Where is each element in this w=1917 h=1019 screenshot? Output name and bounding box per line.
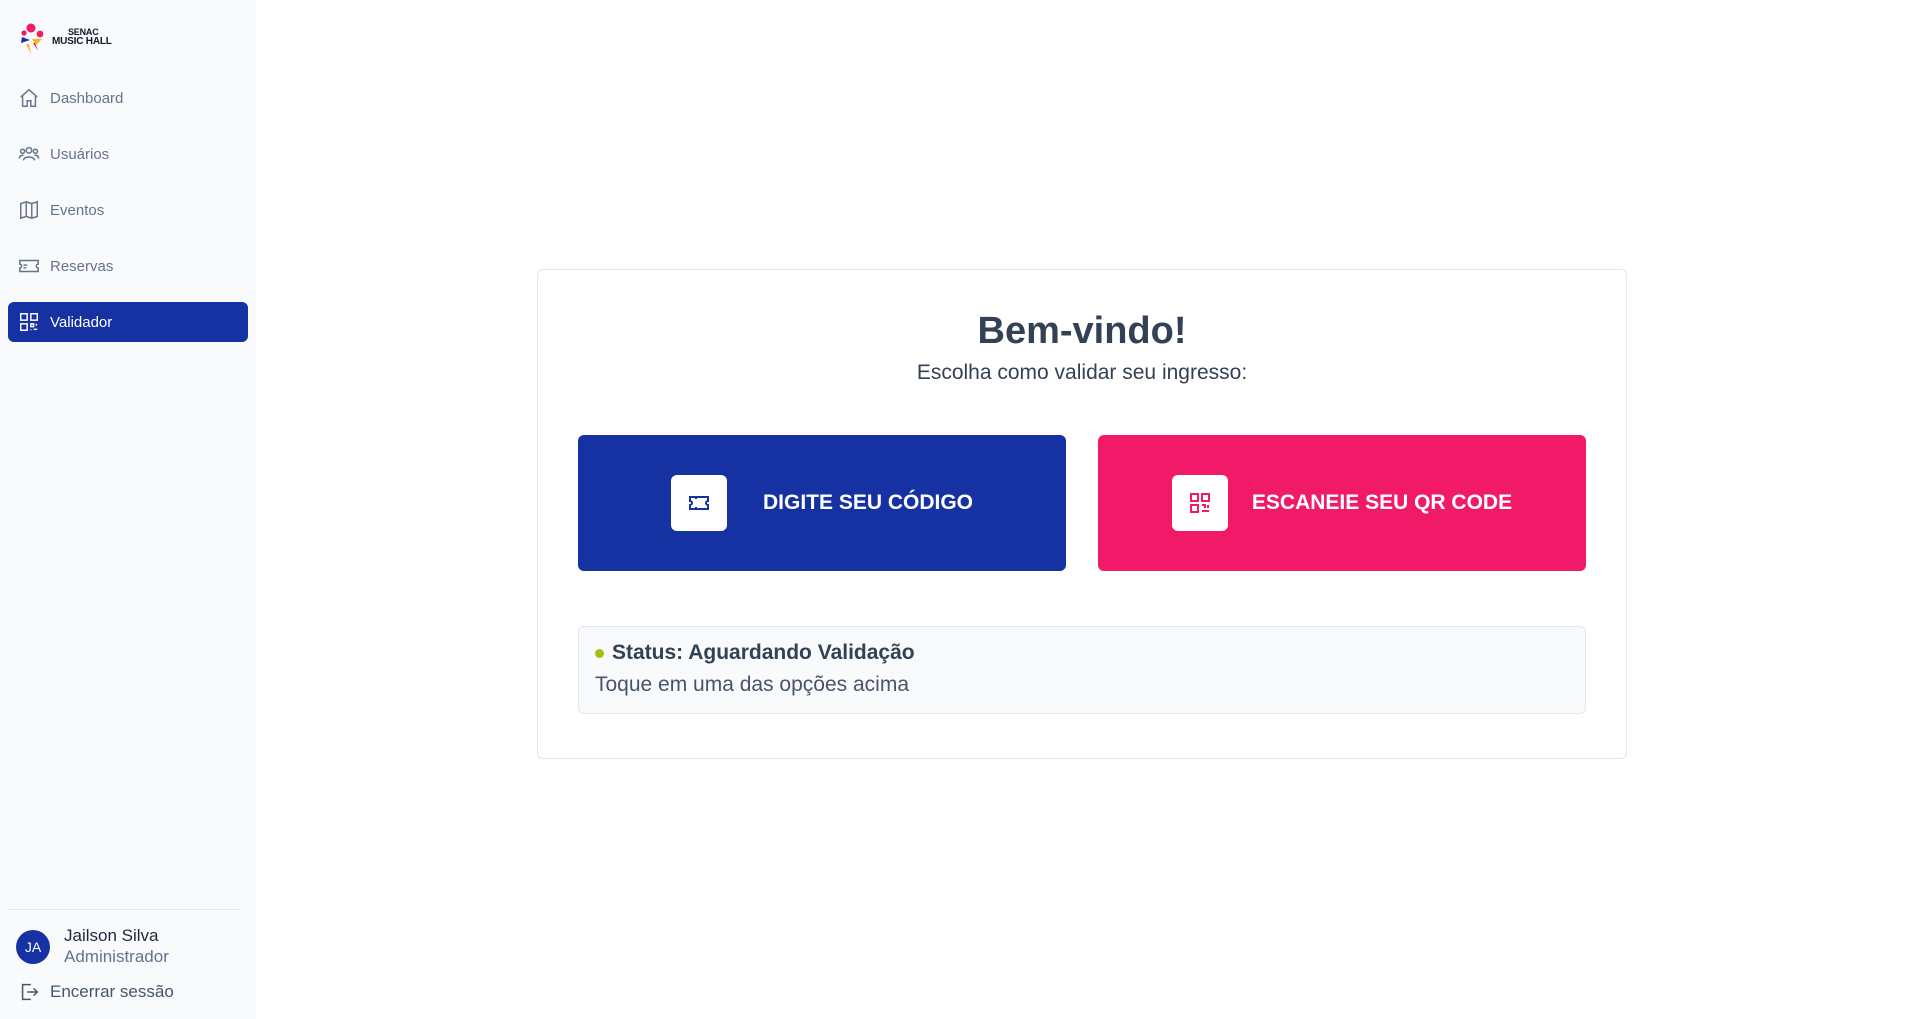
sidebar-item-dashboard[interactable]: Dashboard — [8, 78, 248, 118]
sidebar-item-events[interactable]: Eventos — [8, 190, 248, 230]
brand-logo[interactable]: SENAC MUSIC HALL — [8, 18, 248, 58]
scan-qr-label: ESCANEIE SEU QR CODE — [1251, 491, 1513, 514]
ticket-icon — [688, 496, 709, 510]
logout-label: Encerrar sessão — [50, 982, 174, 1001]
sidebar-item-label: Usuários — [50, 145, 110, 163]
sidebar: SENAC MUSIC HALL Dashboard Usuários Even… — [0, 0, 256, 1019]
user-profile[interactable]: JA Jailson Silva Administrador — [8, 926, 240, 967]
user-name: Jailson Silva — [64, 926, 159, 946]
logout-icon — [21, 983, 39, 1001]
sidebar-item-label: Reservas — [50, 257, 114, 275]
ticket-icon — [19, 259, 39, 273]
brand-line-2: MUSIC HALL — [52, 36, 112, 48]
brand-text: SENAC MUSIC HALL — [52, 27, 112, 48]
sidebar-footer: JA Jailson Silva Administrador Encerrar … — [8, 909, 240, 1003]
status-dot — [595, 648, 604, 658]
enter-code-label: DIGITE SEU CÓDIGO — [762, 491, 974, 514]
validator-card: Bem-vindo! Escolha como validar seu ingr… — [537, 269, 1627, 759]
avatar: JA — [16, 929, 50, 964]
logout-button[interactable]: Encerrar sessão — [8, 981, 240, 1003]
home-icon — [20, 88, 38, 107]
sidebar-item-label: Eventos — [50, 201, 105, 219]
sidebar-item-label: Dashboard — [50, 89, 124, 107]
sidebar-nav: Dashboard Usuários Eventos Reservas Vali… — [8, 78, 248, 342]
user-role: Administrador — [64, 946, 169, 966]
page-subtitle: Escolha como validar seu ingresso: — [916, 361, 1248, 384]
qr-code-icon — [1189, 493, 1210, 513]
status-line: Status: Aguardando Validação — [595, 641, 1569, 665]
main-content: Bem-vindo! Escolha como validar seu ingr… — [256, 0, 1917, 1019]
sidebar-item-label: Validador — [50, 313, 113, 331]
status-panel: Status: Aguardando Validação Toque em um… — [578, 626, 1586, 714]
sidebar-item-validator[interactable]: Validador — [8, 302, 248, 342]
qr-icon-box — [1171, 475, 1228, 531]
scan-qr-button[interactable]: ESCANEIE SEU QR CODE — [1098, 435, 1586, 571]
enter-code-button[interactable]: DIGITE SEU CÓDIGO — [578, 435, 1066, 571]
map-icon — [20, 200, 38, 220]
ticket-icon-box — [670, 475, 727, 531]
app-root: SENAC MUSIC HALL Dashboard Usuários Even… — [0, 0, 1917, 1019]
sidebar-item-reservations[interactable]: Reservas — [8, 246, 248, 286]
sidebar-item-users[interactable]: Usuários — [8, 134, 248, 174]
status-title: Status: Aguardando Validação — [612, 641, 915, 664]
qr-code-icon — [20, 313, 38, 331]
page-title: Bem-vindo! — [977, 310, 1187, 352]
status-hint: Toque em uma das opções acima — [595, 673, 910, 696]
senac-logo-icon — [21, 23, 44, 54]
users-icon — [18, 146, 40, 161]
user-info: Jailson Silva Administrador — [64, 926, 169, 967]
validation-options: DIGITE SEU CÓDIGO ESCANEIE SEU QR CODE — [578, 435, 1586, 571]
